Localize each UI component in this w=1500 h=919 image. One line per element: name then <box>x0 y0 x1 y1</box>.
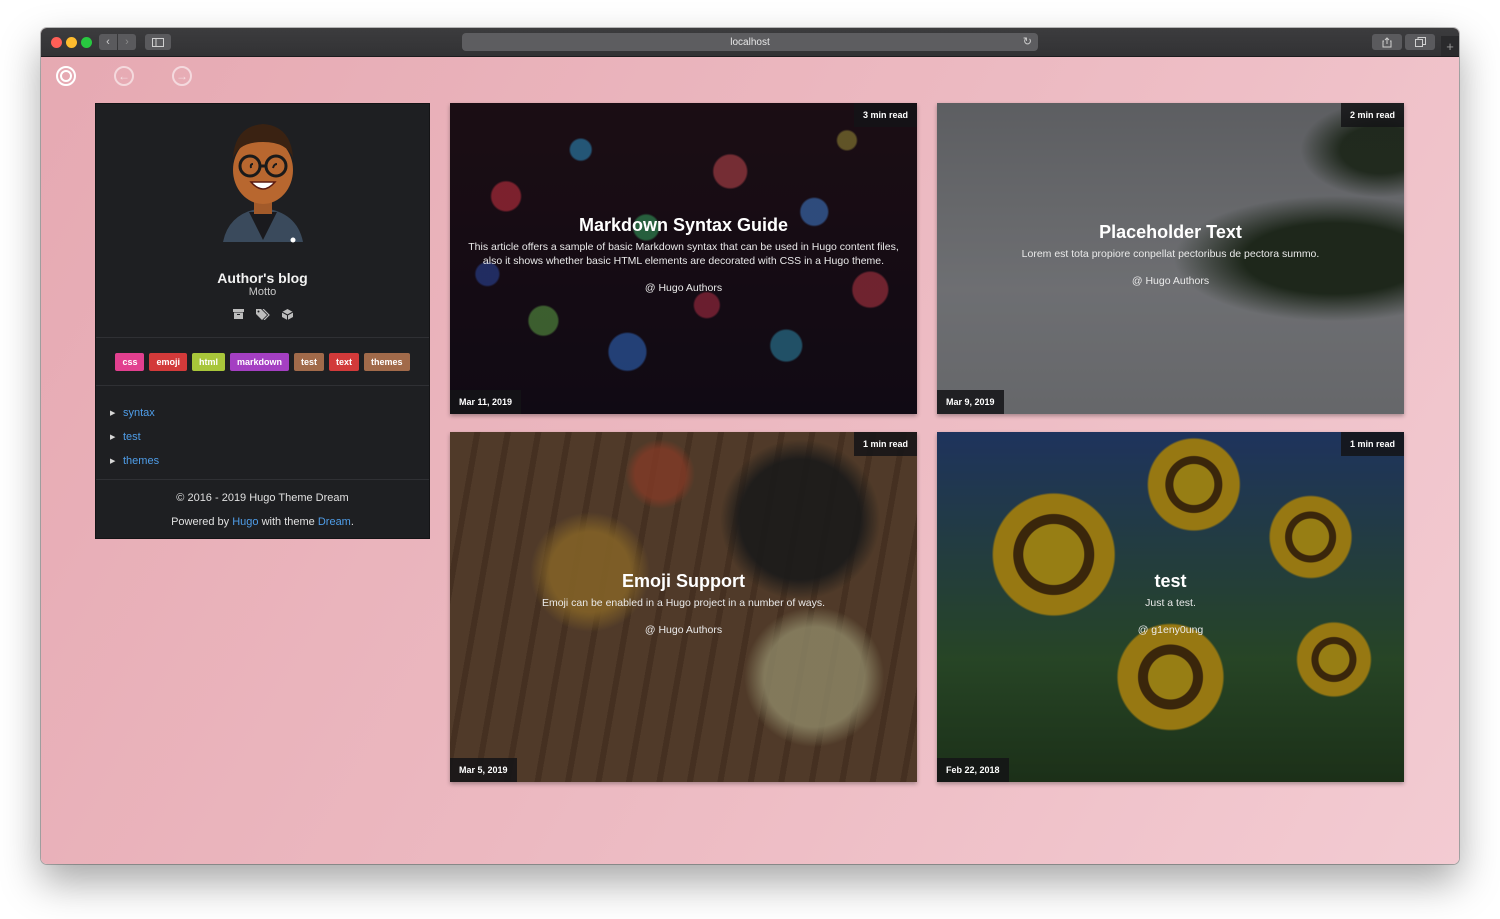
tag-test[interactable]: test <box>294 353 325 371</box>
post-author: @ Hugo Authors <box>644 282 723 294</box>
post-title[interactable]: Markdown Syntax Guide <box>464 215 903 236</box>
tag-emoji[interactable]: emoji <box>149 353 187 371</box>
post-card-placeholder-text[interactable]: 2 min read Placeholder Text Lorem est to… <box>937 103 1404 414</box>
tag-html[interactable]: html <box>191 353 225 371</box>
caret-right-icon: ▶ <box>110 434 116 441</box>
plus-icon: + <box>1446 38 1454 54</box>
reload-icon[interactable]: ↻ <box>1023 35 1032 48</box>
avatar <box>223 124 303 243</box>
category-label[interactable]: themes <box>123 455 159 467</box>
copyright-text: © 2016 - 2019 Hugo Theme Dream <box>176 492 349 504</box>
caret-right-icon: ▶ <box>110 410 116 417</box>
tag-markdown[interactable]: markdown <box>229 353 289 371</box>
arrow-right-icon: → <box>176 69 188 83</box>
post-description: Lorem est tota propiore conpellat pector… <box>1021 248 1320 260</box>
share-icon <box>1382 36 1392 47</box>
post-title[interactable]: Placeholder Text <box>951 222 1390 243</box>
cube-icon[interactable] <box>281 309 293 323</box>
category-label[interactable]: syntax <box>123 407 155 419</box>
zoom-window-button[interactable] <box>81 37 92 48</box>
arrow-left-icon: ← <box>118 69 130 83</box>
tag-text[interactable]: text <box>329 353 360 371</box>
post-description: Emoji can be enabled in a Hugo project i… <box>541 597 826 609</box>
category-item-test[interactable]: ▶ test <box>110 425 159 449</box>
archive-icon[interactable] <box>232 309 244 323</box>
dream-link[interactable]: Dream <box>318 516 351 528</box>
blog-title: Author's blog <box>217 270 308 286</box>
read-time-badge: 2 min read <box>1340 103 1404 127</box>
card-content: test Just a test. @ g1eny0ung <box>951 571 1390 636</box>
card-content: Markdown Syntax Guide This article offer… <box>464 215 903 294</box>
post-title[interactable]: Emoji Support <box>464 571 903 592</box>
next-page-button[interactable]: → <box>172 66 192 86</box>
card-content: Placeholder Text Lorem est tota propiore… <box>951 222 1390 287</box>
tag-themes[interactable]: themes <box>364 353 410 371</box>
post-date: Mar 9, 2019 <box>937 390 1004 414</box>
category-item-themes[interactable]: ▶ themes <box>110 449 159 473</box>
forward-button[interactable]: › <box>118 34 136 50</box>
read-time-badge: 1 min read <box>1340 432 1404 456</box>
sidebar-toggle-button[interactable] <box>145 34 171 50</box>
show-tabs-button[interactable] <box>1405 34 1435 50</box>
divider <box>96 385 429 386</box>
post-card-emoji-support[interactable]: 1 min read Emoji Support Emoji can be en… <box>450 432 917 782</box>
tag-cloud: css emoji html markdown test text themes <box>96 353 429 371</box>
profile-card: Author's blog Motto css emoji html markd… <box>95 103 430 539</box>
new-tab-button[interactable]: + <box>1441 36 1459 56</box>
post-author: @ g1eny0ung <box>1137 624 1204 636</box>
hugo-link[interactable]: Hugo <box>232 516 258 528</box>
blog-motto: Motto <box>248 286 277 298</box>
powered-by-text: Powered by Hugo with theme Dream. <box>96 516 429 528</box>
sidebar-icon <box>152 37 164 47</box>
category-label[interactable]: test <box>123 431 141 443</box>
divider <box>96 479 429 480</box>
home-circle-button[interactable] <box>56 66 76 86</box>
post-description: Just a test. <box>1145 597 1196 609</box>
profile-icon-links <box>96 308 429 323</box>
powered-mid: with theme <box>261 516 315 528</box>
read-time-badge: 1 min read <box>853 432 917 456</box>
chevron-right-icon: › <box>125 36 129 48</box>
url-text: localhost <box>730 36 770 48</box>
post-card-markdown-syntax-guide[interactable]: 3 min read Markdown Syntax Guide This ar… <box>450 103 917 414</box>
post-date: Mar 11, 2019 <box>450 390 522 414</box>
category-item-syntax[interactable]: ▶ syntax <box>110 401 159 425</box>
card-content: Emoji Support Emoji can be enabled in a … <box>464 571 903 636</box>
tag-css[interactable]: css <box>115 353 145 371</box>
tags-icon[interactable] <box>255 308 270 323</box>
tabs-icon <box>1414 37 1426 47</box>
previous-page-button[interactable]: ← <box>114 66 134 86</box>
title-bar: ‹ › localhost ↻ + <box>41 28 1459 57</box>
minimize-window-button[interactable] <box>66 37 77 48</box>
back-button[interactable]: ‹ <box>99 34 117 50</box>
divider <box>96 337 429 338</box>
powered-prefix: Powered by <box>171 516 230 528</box>
post-title[interactable]: test <box>951 571 1390 592</box>
address-bar[interactable]: localhost ↻ <box>462 33 1038 51</box>
caret-right-icon: ▶ <box>110 458 116 465</box>
post-date: Feb 22, 2018 <box>937 758 1009 782</box>
category-list: ▶ syntax ▶ test ▶ themes <box>110 401 159 473</box>
post-card-test[interactable]: 1 min read test Just a test. @ g1eny0ung… <box>937 432 1404 782</box>
powered-suffix: . <box>350 516 354 528</box>
read-time-badge: 3 min read <box>853 103 917 127</box>
post-author: @ Hugo Authors <box>1131 275 1210 287</box>
post-date: Mar 5, 2019 <box>450 758 517 782</box>
chevron-left-icon: ‹ <box>106 36 110 48</box>
post-author: @ Hugo Authors <box>644 624 723 636</box>
share-button[interactable] <box>1372 34 1402 50</box>
browser-window: ‹ › localhost ↻ + ← → Author's blog Mott… <box>41 28 1459 864</box>
close-window-button[interactable] <box>51 37 62 48</box>
post-description: This article offers a sample of basic Ma… <box>468 241 899 267</box>
